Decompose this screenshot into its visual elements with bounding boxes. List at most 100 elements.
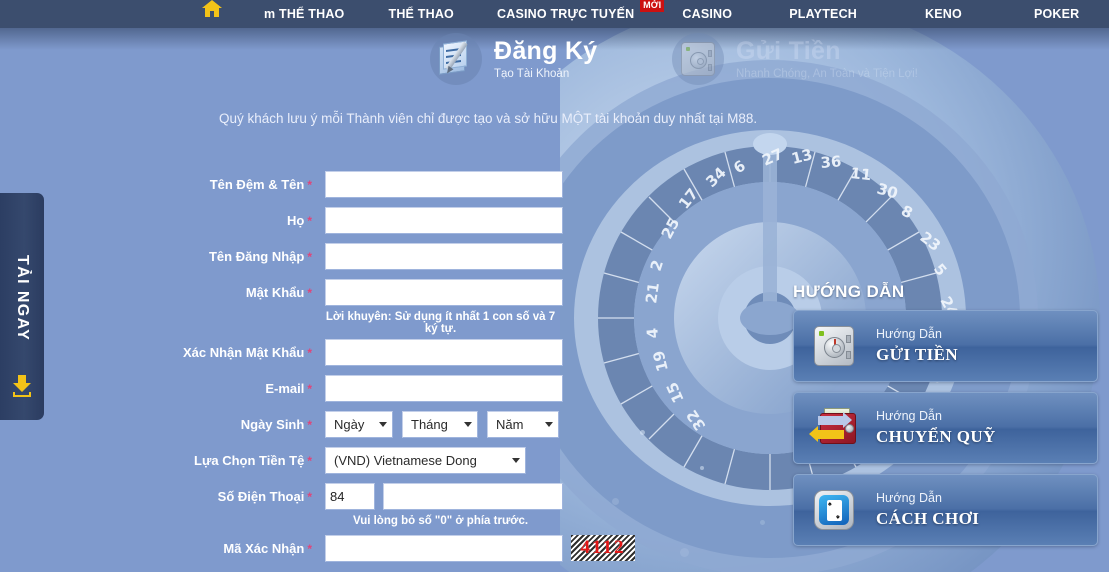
guide-card-chuyen-quy[interactable]: Hướng Dẫn CHUYỂN QUỸ [793,392,1098,464]
selected-value: Ngày [334,416,365,432]
label-text: Lựa Chọn Tiền Tệ [194,452,305,468]
svg-text:4: 4 [643,327,662,339]
guide-card-kicker: Hướng Dẫn [876,327,942,341]
guide-panel: HƯỚNG DẪN Hướng Dẫn GỬI TIỀN Hướng Dẫn C… [793,282,1098,556]
guide-card-kicker: Hướng Dẫn [876,409,942,423]
confirm-password-input[interactable] [325,338,563,366]
nav-item-casino-truc-tuyen[interactable]: CASINO TRỰC TUYẾN MỚI [497,0,665,28]
required-marker: * [307,249,312,264]
required-marker: * [307,213,312,228]
account-notice-text: Quý khách lưu ý mỗi Thành viên chỉ được … [219,111,758,126]
birthday-day-select[interactable]: Ngày [325,410,393,438]
password-hint-row: Lời khuyên: Sử dụng ít nhất 1 con số và … [0,311,635,335]
label-phone: Số Điện Thoại * [0,489,318,504]
guide-card-gui-tien[interactable]: Hướng Dẫn GỬI TIỀN [793,310,1098,382]
required-marker: * [307,381,312,396]
label-confirm-password: Xác Nhận Mật Khẩu * [0,345,318,360]
label-text: Tên Đệm & Tên [209,176,305,192]
label-birthday: Ngày Sinh * [0,417,318,432]
phone-hint-row: Vui lòng bỏ số "0" ở phía trước. [0,512,635,530]
phone-hint: Vui lòng bỏ số "0" ở phía trước. [352,515,529,527]
first-name-input[interactable] [325,170,563,198]
playing-cards-icon: ♠ ♠ [814,490,854,530]
label-text: E-mail [265,380,305,396]
password-input[interactable] [325,278,563,306]
bokeh-speck [680,548,689,557]
guide-card-kicker: Hướng Dẫn [876,491,942,505]
label-currency: Lựa Chọn Tiền Tệ * [0,453,318,468]
header-tab-gui-tien[interactable]: Gửi Tiền Nhanh Chóng, An Toàn và Tiện Lợ… [672,33,918,85]
nav-item-the-thao[interactable]: THỂ THAO [388,0,454,28]
bokeh-speck [760,520,765,525]
home-icon [202,0,222,18]
nav-item-casino[interactable]: CASINO [682,0,732,28]
form-row-confirm-password: Xác Nhận Mật Khẩu * [0,338,635,366]
registration-form: Tên Đệm & Tên * Họ * Tên Đăng Nhập * Mật Kh… [0,170,635,570]
header-tab-title: Đăng Ký [494,37,598,65]
selected-value: Năm [496,416,524,432]
chevron-down-icon [464,421,472,427]
form-row-captcha: Mã Xác Nhận * 4112 [0,534,635,562]
label-text: Họ [286,212,305,228]
captcha-image[interactable]: 4112 [571,535,635,561]
nav-item-playtech[interactable]: PLAYTECH [789,0,857,28]
safe-icon [681,42,715,76]
label-captcha: Mã Xác Nhận * [0,541,318,556]
header-tab-subtitle: Tạo Tài Khoản [494,68,570,80]
label-first-name: Tên Đệm & Tên * [0,177,318,192]
phone-number-input[interactable] [383,482,563,510]
nav-home-button[interactable] [202,0,222,28]
wallet-transfer-icon [809,408,858,448]
form-row-email: E-mail * [0,374,635,402]
required-marker: * [307,345,312,360]
safe-icon-wrapper [672,33,724,85]
label-last-name: Họ * [0,213,318,228]
phone-country-code-input[interactable] [325,482,375,510]
header-tab-dang-ky[interactable]: Đăng Ký Tạo Tài Khoản [430,33,598,85]
required-marker: * [307,453,312,468]
guide-card-title: GỬI TIỀN [876,345,959,364]
email-input[interactable] [325,374,563,402]
nav-item-poker[interactable]: POKER [1034,0,1079,28]
page-header-tabs: Đăng Ký Tạo Tài Khoản Gửi Tiền Nhanh Chó… [0,28,1109,90]
label-password: Mật Khẩu * [0,285,318,300]
register-icon [437,40,475,76]
password-hint: Lời khuyên: Sử dụng ít nhất 1 con số và … [325,311,556,335]
register-icon-wrapper [430,33,482,85]
form-row-phone: Số Điện Thoại * [0,482,635,510]
safe-icon [814,326,854,366]
wallet-transfer-icon-wrapper [806,408,862,448]
form-row-birthday: Ngày Sinh * Ngày Tháng Năm [0,410,635,438]
guide-card-cach-choi[interactable]: ♠ ♠ Hướng Dẫn CÁCH CHƠI [793,474,1098,546]
nav-item-keno[interactable]: KENO [925,0,962,28]
username-input[interactable] [325,242,563,270]
last-name-input[interactable] [325,206,563,234]
captcha-input[interactable] [325,534,563,562]
download-now-label: TẢI NGAY [14,254,31,342]
label-text: Mật Khẩu [245,284,305,300]
svg-text:21: 21 [642,281,663,304]
download-now-tab[interactable]: TẢI NGAY [0,193,44,420]
svg-text:36: 36 [820,152,842,172]
guide-title: HƯỚNG DẪN [793,282,905,301]
guide-card-title: CÁCH CHƠI [876,509,980,528]
new-badge: MỚI [640,0,665,12]
chevron-down-icon [512,457,520,463]
selected-value: (VND) Vietnamese Dong [334,452,477,468]
bokeh-speck [640,430,645,435]
header-tab-title: Gửi Tiền [736,37,841,65]
chevron-down-icon [545,421,553,427]
captcha-code: 4112 [580,537,626,558]
label-text: Số Điện Thoại [217,488,305,504]
nav-item-m-the-thao[interactable]: m THỂ THAO [264,0,344,28]
birthday-month-select[interactable]: Tháng [402,410,478,438]
birthday-year-select[interactable]: Năm [487,410,559,438]
currency-select[interactable]: (VND) Vietnamese Dong [325,446,526,474]
required-marker: * [307,177,312,192]
playing-cards-icon-wrapper: ♠ ♠ [806,490,862,530]
chevron-down-icon [379,421,387,427]
svg-text:11: 11 [850,164,873,184]
label-text: Tên Đăng Nhập [208,248,305,264]
selected-value: Tháng [411,416,448,432]
label-text: Ngày Sinh [240,416,305,432]
